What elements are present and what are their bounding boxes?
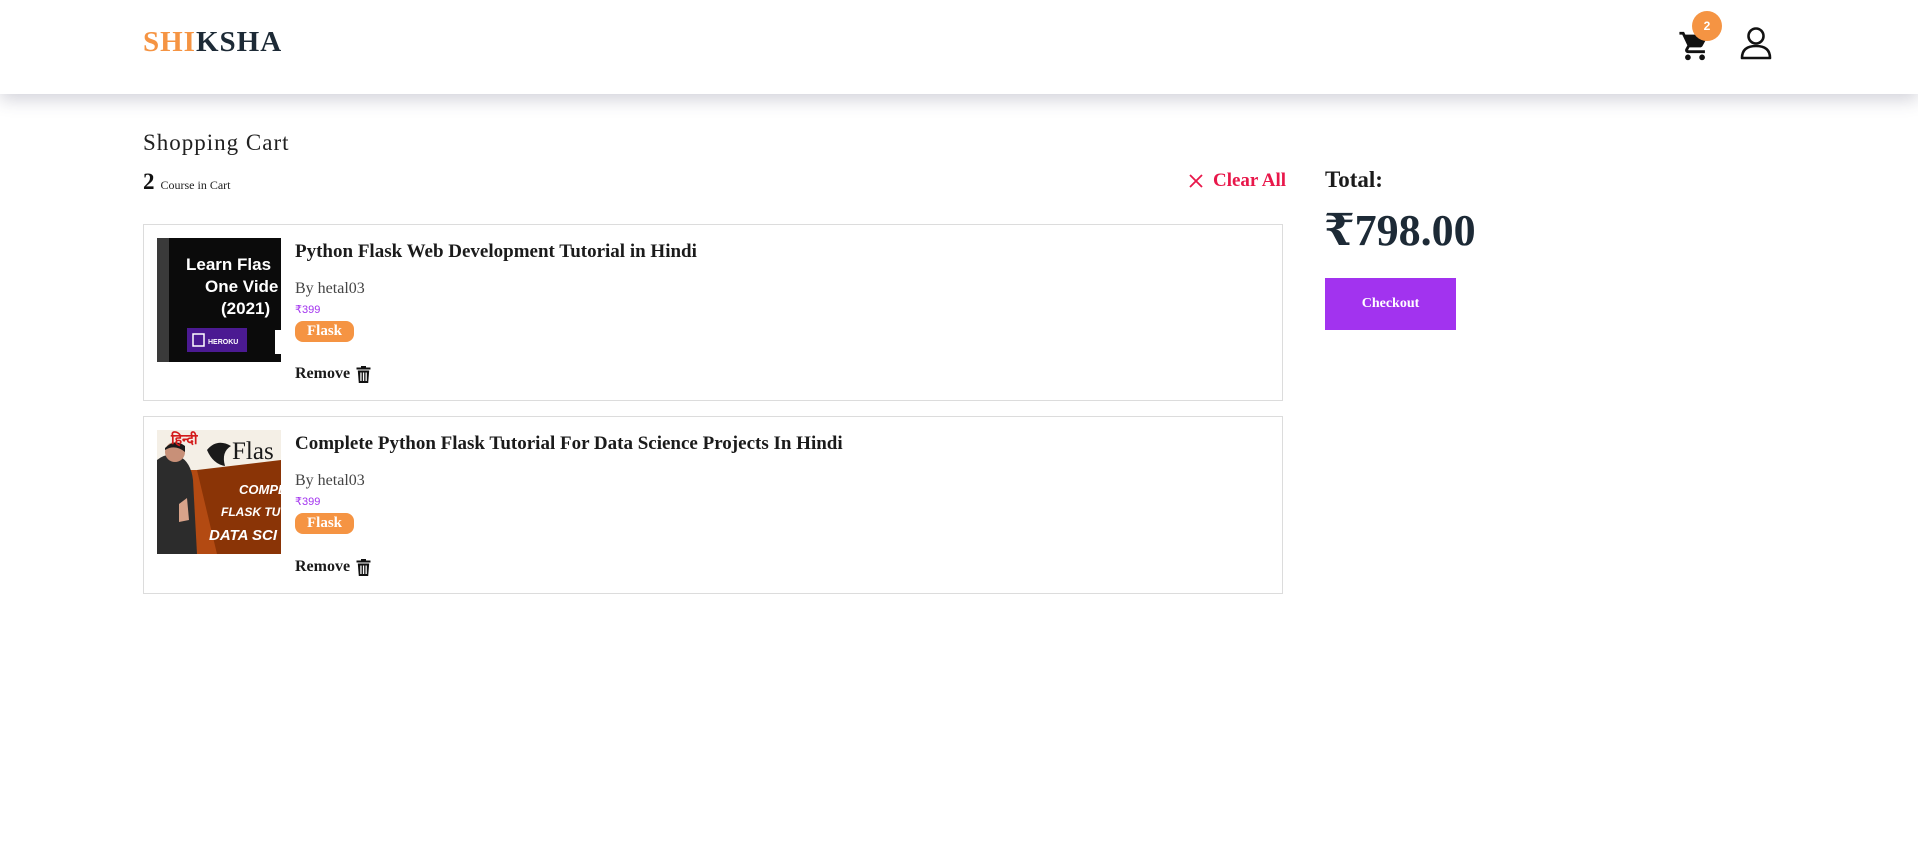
total-label: Total: (1325, 167, 1383, 192)
remove-label: Remove (295, 558, 351, 575)
course-thumbnail[interactable]: हिन्दी Flas COMPL FLASK TUT DATA SCI (157, 430, 281, 554)
trash-icon (356, 558, 371, 576)
logo-part-1: SHI (143, 26, 196, 58)
thumbnail-text: COMPL (239, 482, 281, 497)
course-price: ₹399 (295, 304, 321, 316)
course-author: By hetal03 (295, 280, 365, 297)
user-icon[interactable] (1738, 25, 1774, 61)
cart-item: हिन्दी Flas COMPL FLASK TUT DATA SCI Com… (143, 416, 1283, 594)
course-author: By hetal03 (295, 472, 365, 489)
thumbnail-text: HEROKU (208, 339, 238, 346)
thumbnail-text: Learn Flas (186, 255, 271, 274)
cart-count-label: Course in Cart (160, 178, 231, 192)
thumbnail-text: हिन्दी (170, 431, 199, 447)
thumbnail-text: Flas (232, 438, 274, 465)
course-tag: Flask (295, 513, 355, 534)
cart-item: Learn Flas One Vide (2021) HEROKU Python… (143, 224, 1283, 401)
course-title[interactable]: Python Flask Web Development Tutorial in… (295, 241, 697, 263)
cart-count: 2 Course in Cart (143, 169, 231, 195)
clear-all-label: Clear All (1213, 170, 1287, 191)
brand-logo[interactable]: SHIKSHA (143, 26, 282, 59)
checkout-button[interactable]: Checkout (1325, 278, 1456, 330)
total-amount: ₹798.00 (1324, 206, 1476, 255)
remove-label: Remove (295, 365, 351, 382)
page-title: Shopping Cart (143, 130, 290, 155)
cart-count-badge: 2 (1692, 11, 1722, 41)
course-title[interactable]: Complete Python Flask Tutorial For Data … (295, 433, 843, 455)
logo-part-2: KSHA (195, 26, 283, 58)
trash-icon (356, 365, 371, 383)
course-thumbnail[interactable]: Learn Flas One Vide (2021) HEROKU (157, 238, 281, 362)
remove-button[interactable]: Remove (295, 558, 371, 576)
close-icon (1189, 174, 1203, 188)
remove-button[interactable]: Remove (295, 365, 371, 383)
course-tag: Flask (295, 321, 355, 342)
clear-all-button[interactable]: Clear All (1188, 170, 1286, 192)
thumbnail-text: DATA SCI (209, 527, 278, 544)
cart-count-number: 2 (143, 169, 155, 194)
thumbnail-text: FLASK TUT (221, 505, 281, 519)
course-price: ₹399 (295, 496, 321, 508)
thumbnail-text: (2021) (221, 299, 270, 318)
navbar: SHIKSHA 2 (0, 0, 1918, 94)
thumbnail-text: One Vide (205, 277, 278, 296)
